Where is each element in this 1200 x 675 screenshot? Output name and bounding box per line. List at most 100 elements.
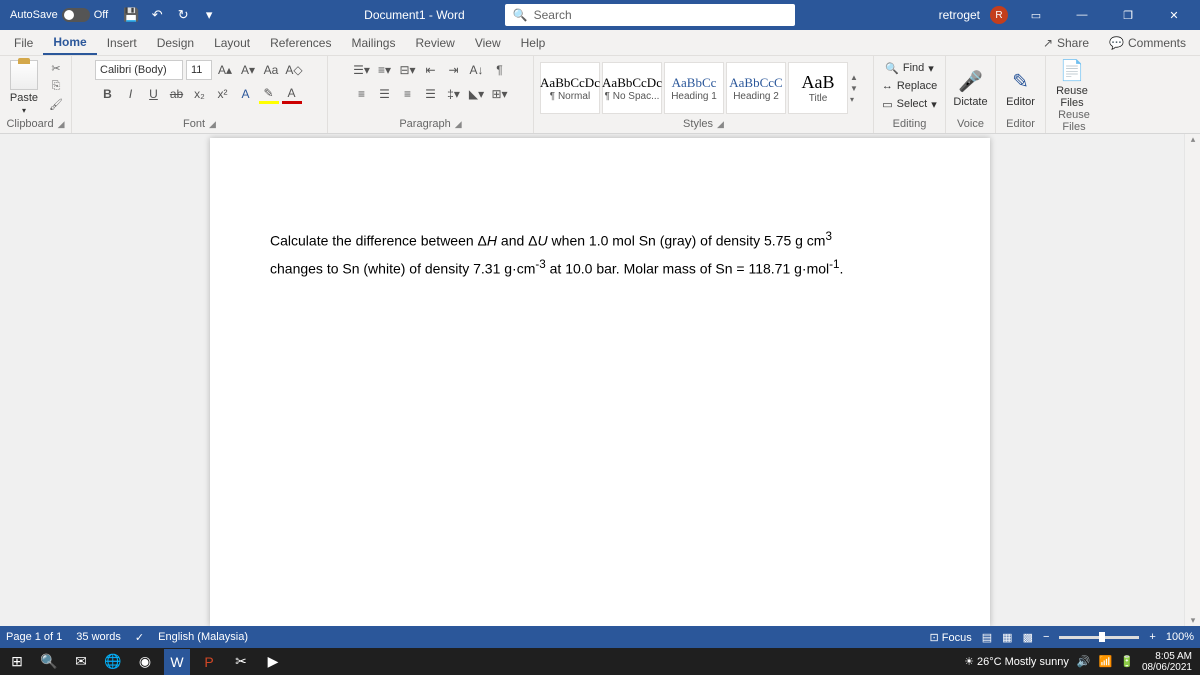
- share-button[interactable]: ↗ Share: [1033, 30, 1099, 55]
- editor-button[interactable]: ✎Editor: [1000, 69, 1041, 108]
- ribbon-display-icon[interactable]: ▭: [1018, 0, 1054, 30]
- dialog-launcher-icon[interactable]: ◢: [717, 119, 724, 130]
- document-line2[interactable]: changes to Sn (white) of density 7.31 g·…: [270, 254, 930, 282]
- language-indicator[interactable]: English (Malaysia): [158, 631, 248, 643]
- decrease-indent-icon[interactable]: ⇤: [421, 60, 441, 80]
- read-mode-icon[interactable]: ▤: [982, 631, 992, 644]
- underline-button[interactable]: U: [144, 84, 164, 104]
- cut-icon[interactable]: ✂: [46, 60, 66, 76]
- save-icon[interactable]: 💾: [120, 4, 142, 26]
- dialog-launcher-icon[interactable]: ◢: [209, 119, 216, 130]
- media-icon[interactable]: ▶: [260, 649, 286, 675]
- zoom-level[interactable]: 100%: [1166, 631, 1194, 643]
- bullets-icon[interactable]: ☰▾: [352, 60, 372, 80]
- italic-button[interactable]: I: [121, 84, 141, 104]
- dictate-button[interactable]: 🎤Dictate: [950, 69, 991, 108]
- comments-button[interactable]: 💬 Comments: [1099, 30, 1196, 55]
- edge-icon[interactable]: 🌐: [100, 649, 126, 675]
- show-marks-icon[interactable]: ¶: [490, 60, 510, 80]
- line-spacing-icon[interactable]: ‡▾: [444, 84, 464, 104]
- tab-help[interactable]: Help: [511, 30, 556, 55]
- shrink-font-icon[interactable]: A▾: [238, 60, 258, 80]
- align-right-icon[interactable]: ≡: [398, 84, 418, 104]
- tab-insert[interactable]: Insert: [97, 30, 147, 55]
- wifi-icon[interactable]: 📶: [1099, 655, 1113, 668]
- undo-icon[interactable]: ↶: [146, 4, 168, 26]
- tab-layout[interactable]: Layout: [204, 30, 260, 55]
- search-input[interactable]: 🔍 Search: [505, 4, 795, 26]
- sound-icon[interactable]: 🔊: [1077, 655, 1091, 668]
- numbering-icon[interactable]: ≡▾: [375, 60, 395, 80]
- align-center-icon[interactable]: ☰: [375, 84, 395, 104]
- style-title[interactable]: AaBTitle: [788, 62, 848, 114]
- styles-more-icon[interactable]: ▲▼▾: [850, 73, 864, 104]
- clear-format-icon[interactable]: A◇: [284, 60, 304, 80]
- restore-icon[interactable]: ❐: [1110, 0, 1146, 30]
- word-count[interactable]: 35 words: [76, 631, 121, 643]
- zoom-slider[interactable]: [1059, 636, 1139, 639]
- copy-icon[interactable]: ⎘: [46, 78, 66, 94]
- document-page[interactable]: Calculate the difference between ΔH and …: [210, 138, 990, 626]
- avatar[interactable]: R: [990, 6, 1008, 24]
- redo-icon[interactable]: ↻: [172, 4, 194, 26]
- toggle-switch[interactable]: [62, 8, 90, 22]
- word-icon[interactable]: W: [164, 649, 190, 675]
- dialog-launcher-icon[interactable]: ◢: [58, 119, 65, 130]
- zoom-out-icon[interactable]: −: [1043, 631, 1049, 643]
- reuse-files-button[interactable]: 📄Reuse Files: [1050, 58, 1094, 109]
- subscript-button[interactable]: x₂: [190, 84, 210, 104]
- clock[interactable]: 8:05 AM 08/06/2021: [1142, 651, 1196, 673]
- select-button[interactable]: ▭ Select ▾: [882, 96, 937, 112]
- chrome-icon[interactable]: ◉: [132, 649, 158, 675]
- tab-home[interactable]: Home: [43, 30, 96, 55]
- qat-more-icon[interactable]: ▾: [198, 4, 220, 26]
- battery-icon[interactable]: 🔋: [1120, 655, 1134, 668]
- powerpoint-icon[interactable]: P: [196, 649, 222, 675]
- sort-icon[interactable]: A↓: [467, 60, 487, 80]
- start-icon[interactable]: ⊞: [4, 649, 30, 675]
- superscript-button[interactable]: x²: [213, 84, 233, 104]
- focus-mode-button[interactable]: ⊡ Focus: [930, 631, 972, 644]
- vertical-scrollbar[interactable]: [1184, 134, 1200, 626]
- style-no-spacing[interactable]: AaBbCcDc¶ No Spac...: [602, 62, 662, 114]
- zoom-in-icon[interactable]: +: [1149, 631, 1155, 643]
- search-task-icon[interactable]: 🔍: [36, 649, 62, 675]
- print-layout-icon[interactable]: ▦: [1002, 631, 1012, 644]
- align-left-icon[interactable]: ≡: [352, 84, 372, 104]
- change-case-icon[interactable]: Aa: [261, 60, 281, 80]
- text-effects-icon[interactable]: A: [236, 84, 256, 104]
- minimize-icon[interactable]: —: [1064, 0, 1100, 30]
- style-normal[interactable]: AaBbCcDc¶ Normal: [540, 62, 600, 114]
- increase-indent-icon[interactable]: ⇥: [444, 60, 464, 80]
- replace-button[interactable]: ↔ Replace: [882, 78, 937, 94]
- spellcheck-icon[interactable]: ✓: [135, 631, 144, 644]
- shading-icon[interactable]: ◣▾: [467, 84, 487, 104]
- font-color-icon[interactable]: A: [282, 84, 302, 104]
- tab-review[interactable]: Review: [405, 30, 464, 55]
- multilevel-icon[interactable]: ⊟▾: [398, 60, 418, 80]
- highlight-icon[interactable]: ✎: [259, 84, 279, 104]
- tab-design[interactable]: Design: [147, 30, 204, 55]
- paste-button[interactable]: Paste ▾: [4, 60, 44, 115]
- close-icon[interactable]: ✕: [1156, 0, 1192, 30]
- mail-icon[interactable]: ✉: [68, 649, 94, 675]
- strikethrough-button[interactable]: ab: [167, 84, 187, 104]
- tab-file[interactable]: File: [4, 30, 43, 55]
- snip-icon[interactable]: ✂: [228, 649, 254, 675]
- page-indicator[interactable]: Page 1 of 1: [6, 631, 62, 643]
- bold-button[interactable]: B: [98, 84, 118, 104]
- username[interactable]: retroget: [939, 8, 980, 22]
- style-heading2[interactable]: AaBbCcCHeading 2: [726, 62, 786, 114]
- format-painter-icon[interactable]: 🖌: [46, 96, 66, 112]
- dialog-launcher-icon[interactable]: ◢: [455, 119, 462, 130]
- font-name-combo[interactable]: Calibri (Body): [95, 60, 183, 80]
- grow-font-icon[interactable]: A▴: [215, 60, 235, 80]
- find-button[interactable]: 🔍 Find ▾: [885, 60, 934, 76]
- tab-mailings[interactable]: Mailings: [341, 30, 405, 55]
- tab-view[interactable]: View: [465, 30, 511, 55]
- style-heading1[interactable]: AaBbCcHeading 1: [664, 62, 724, 114]
- font-size-combo[interactable]: 11: [186, 60, 212, 80]
- document-line1[interactable]: Calculate the difference between ΔH and …: [270, 226, 930, 254]
- borders-icon[interactable]: ⊞▾: [490, 84, 510, 104]
- justify-icon[interactable]: ☰: [421, 84, 441, 104]
